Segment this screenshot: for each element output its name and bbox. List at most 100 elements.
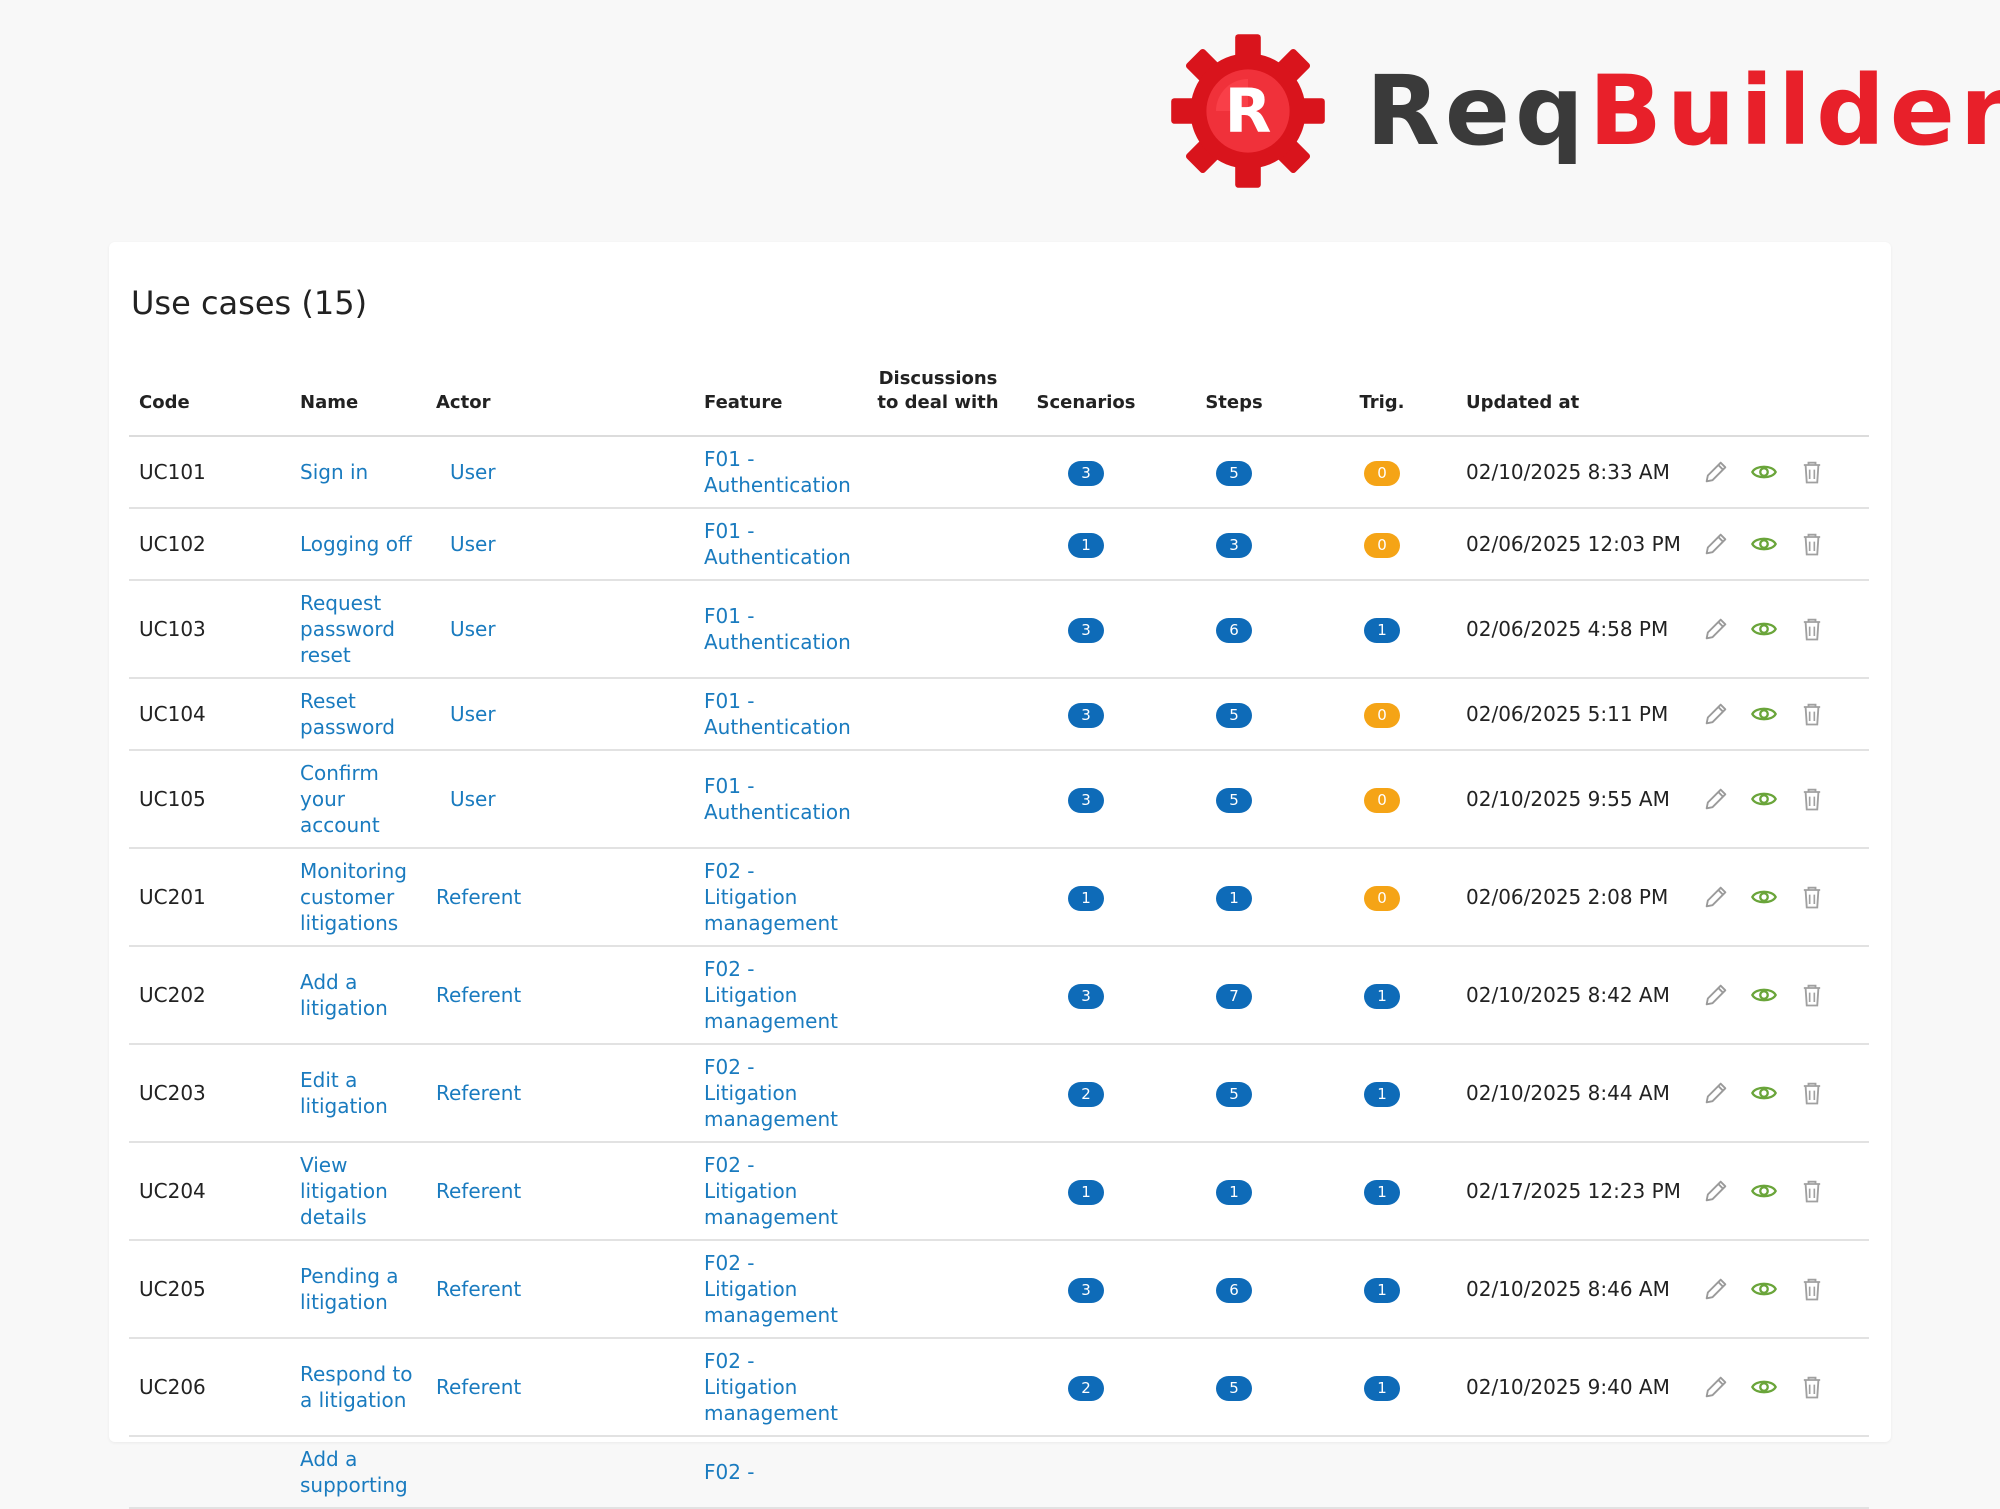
col-header-code[interactable]: Code — [129, 367, 290, 437]
actor-link[interactable]: User — [426, 580, 694, 679]
actions-cell — [1692, 1240, 1869, 1339]
col-header-discussions[interactable]: Discussions to deal with — [864, 367, 1012, 437]
delete-trash-icon[interactable] — [1798, 1079, 1826, 1107]
feature-link[interactable]: F01 - Authentication — [694, 580, 864, 679]
scenarios-cell: 1 — [1012, 1142, 1160, 1241]
feature-link[interactable]: F01 - Authentication — [694, 508, 864, 581]
view-eye-icon[interactable] — [1750, 615, 1778, 643]
view-eye-icon[interactable] — [1750, 785, 1778, 813]
actor-link[interactable]: User — [426, 678, 694, 751]
view-eye-icon[interactable] — [1750, 530, 1778, 558]
edit-pencil-icon[interactable] — [1702, 530, 1730, 558]
feature-link[interactable]: F02 - Litigation management — [694, 1240, 864, 1339]
trig-badge: 1 — [1364, 618, 1400, 643]
delete-trash-icon[interactable] — [1798, 615, 1826, 643]
steps-cell: 5 — [1160, 436, 1308, 509]
actor-link[interactable] — [426, 1436, 694, 1509]
delete-trash-icon[interactable] — [1798, 530, 1826, 558]
discussions-cell — [864, 580, 1012, 679]
delete-trash-icon[interactable] — [1798, 981, 1826, 1009]
name-link[interactable]: Request password reset — [290, 580, 426, 679]
col-header-actor[interactable]: Actor — [426, 367, 694, 437]
view-eye-icon[interactable] — [1750, 883, 1778, 911]
feature-link[interactable]: F01 - Authentication — [694, 750, 864, 849]
name-link[interactable]: View litigation details — [290, 1142, 426, 1241]
edit-pencil-icon[interactable] — [1702, 615, 1730, 643]
view-eye-icon[interactable] — [1750, 1275, 1778, 1303]
col-header-scenarios[interactable]: Scenarios — [1012, 367, 1160, 437]
updated-cell: 02/10/2025 9:55 AM — [1456, 750, 1692, 849]
feature-link[interactable]: F02 - Litigation management — [694, 946, 864, 1045]
feature-link[interactable]: F02 - Litigation management — [694, 1142, 864, 1241]
scenarios-cell: 1 — [1012, 848, 1160, 947]
view-eye-icon[interactable] — [1750, 1079, 1778, 1107]
table-body: UC101 Sign in User F01 - Authentication 3 5 0 0… — [129, 436, 1869, 1509]
delete-trash-icon[interactable] — [1798, 883, 1826, 911]
col-header-feature[interactable]: Feature — [694, 367, 864, 437]
edit-pencil-icon[interactable] — [1702, 700, 1730, 728]
name-link[interactable]: Add a supporting — [290, 1436, 426, 1509]
actor-link[interactable]: Referent — [426, 1142, 694, 1241]
col-header-name[interactable]: Name — [290, 367, 426, 437]
actor-link[interactable]: User — [426, 436, 694, 509]
actor-link[interactable]: Referent — [426, 1338, 694, 1437]
delete-trash-icon[interactable] — [1798, 1275, 1826, 1303]
delete-trash-icon[interactable] — [1798, 458, 1826, 486]
edit-pencil-icon[interactable] — [1702, 883, 1730, 911]
edit-pencil-icon[interactable] — [1702, 458, 1730, 486]
feature-link[interactable]: F02 - Litigation management — [694, 1044, 864, 1143]
scenarios-cell: 3 — [1012, 580, 1160, 679]
edit-pencil-icon[interactable] — [1702, 1373, 1730, 1401]
col-header-trig[interactable]: Trig. — [1308, 367, 1456, 437]
name-link[interactable]: Respond to a litigation — [290, 1338, 426, 1437]
actor-link[interactable]: Referent — [426, 946, 694, 1045]
discussions-cell — [864, 750, 1012, 849]
name-link[interactable]: Edit a litigation — [290, 1044, 426, 1143]
col-header-updated[interactable]: Updated at — [1456, 367, 1692, 437]
name-link[interactable]: Pending a litigation — [290, 1240, 426, 1339]
col-header-steps[interactable]: Steps — [1160, 367, 1308, 437]
edit-pencil-icon[interactable] — [1702, 1177, 1730, 1205]
view-eye-icon[interactable] — [1750, 458, 1778, 486]
edit-pencil-icon[interactable] — [1702, 1275, 1730, 1303]
edit-pencil-icon[interactable] — [1702, 981, 1730, 1009]
name-link[interactable]: Reset password — [290, 678, 426, 751]
steps-cell: 1 — [1160, 1142, 1308, 1241]
view-eye-icon[interactable] — [1750, 1177, 1778, 1205]
steps-cell: 3 — [1160, 508, 1308, 581]
edit-pencil-icon[interactable] — [1702, 785, 1730, 813]
trig-cell: 0 — [1308, 848, 1456, 947]
delete-trash-icon[interactable] — [1798, 700, 1826, 728]
view-eye-icon[interactable] — [1750, 981, 1778, 1009]
trig-badge: 0 — [1364, 886, 1400, 911]
feature-link[interactable]: F02 - Litigation management — [694, 848, 864, 947]
delete-trash-icon[interactable] — [1798, 785, 1826, 813]
discussions-cell — [864, 678, 1012, 751]
actor-link[interactable]: Referent — [426, 1044, 694, 1143]
delete-trash-icon[interactable] — [1798, 1177, 1826, 1205]
view-eye-icon[interactable] — [1750, 1373, 1778, 1401]
table-row: UC101 Sign in User F01 - Authentication 3 5 0 0… — [129, 436, 1869, 509]
delete-trash-icon[interactable] — [1798, 1373, 1826, 1401]
actor-link[interactable]: User — [426, 750, 694, 849]
feature-link[interactable]: F02 - Litigation management — [694, 1338, 864, 1437]
name-link[interactable]: Confirm your account — [290, 750, 426, 849]
actor-link[interactable]: Referent — [426, 1240, 694, 1339]
actor-link[interactable]: User — [426, 508, 694, 581]
name-link[interactable]: Sign in — [290, 436, 426, 509]
name-link[interactable]: Logging off — [290, 508, 426, 581]
edit-pencil-icon[interactable] — [1702, 1079, 1730, 1107]
code-cell: UC205 — [129, 1240, 290, 1339]
code-cell: UC206 — [129, 1338, 290, 1437]
steps-cell: 5 — [1160, 750, 1308, 849]
feature-link[interactable]: F01 - Authentication — [694, 678, 864, 751]
trig-badge: 1 — [1364, 1278, 1400, 1303]
name-link[interactable]: Add a litigation — [290, 946, 426, 1045]
name-link[interactable]: Monitoring customer litigations — [290, 848, 426, 947]
actor-link[interactable]: Referent — [426, 848, 694, 947]
view-eye-icon[interactable] — [1750, 700, 1778, 728]
svg-text:R: R — [1225, 76, 1272, 146]
feature-link[interactable]: F02 - — [694, 1436, 864, 1509]
feature-link[interactable]: F01 - Authentication — [694, 436, 864, 509]
table-row: UC204 View litigation details Referent F02 … — [129, 1142, 1869, 1241]
